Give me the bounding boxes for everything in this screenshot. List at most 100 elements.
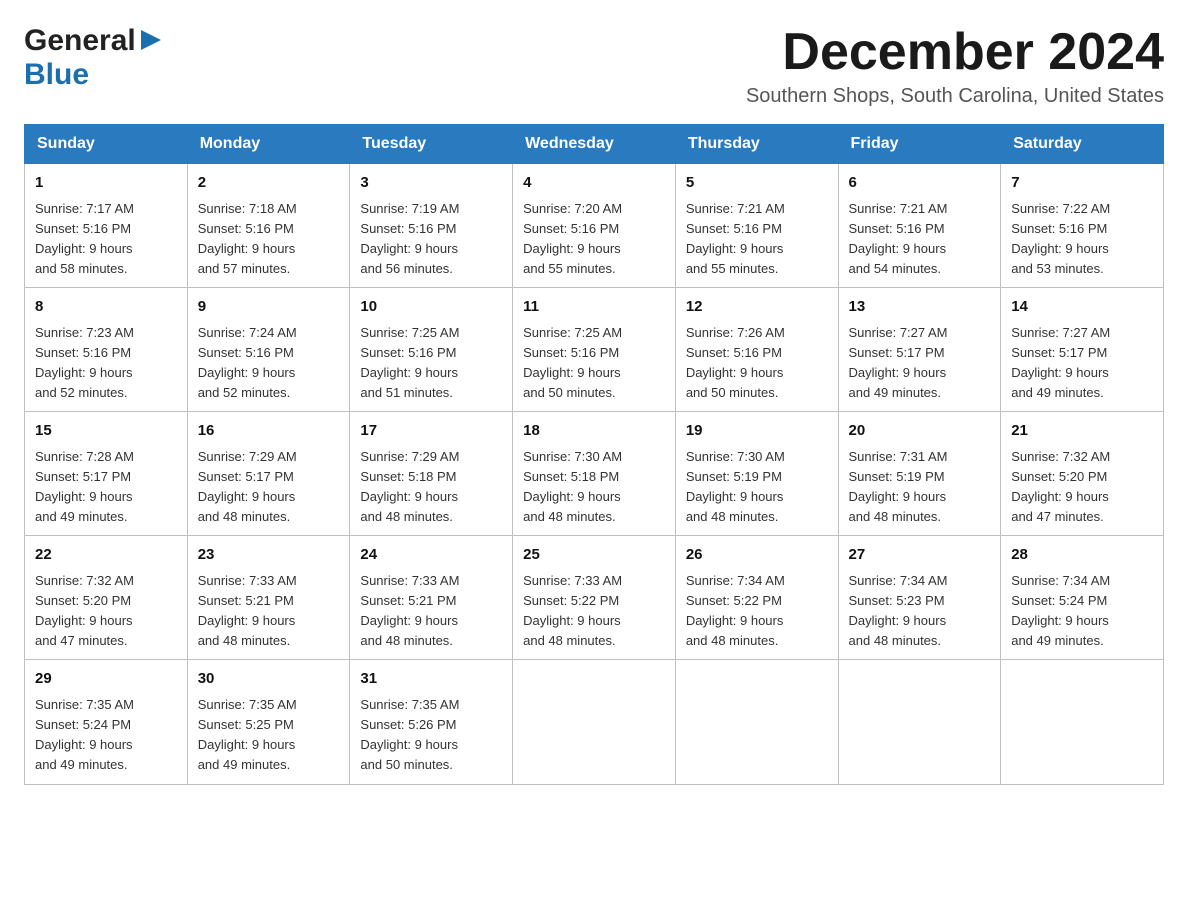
day-info: Sunrise: 7:30 AMSunset: 5:18 PMDaylight:… [523,449,622,524]
day-info: Sunrise: 7:34 AMSunset: 5:23 PMDaylight:… [849,573,948,648]
day-info: Sunrise: 7:29 AMSunset: 5:18 PMDaylight:… [360,449,459,524]
table-row: 20 Sunrise: 7:31 AMSunset: 5:19 PMDaylig… [838,412,1001,536]
day-info: Sunrise: 7:19 AMSunset: 5:16 PMDaylight:… [360,201,459,276]
table-row: 18 Sunrise: 7:30 AMSunset: 5:18 PMDaylig… [513,412,676,536]
table-row: 19 Sunrise: 7:30 AMSunset: 5:19 PMDaylig… [675,412,838,536]
table-row [675,660,838,784]
table-row: 1 Sunrise: 7:17 AMSunset: 5:16 PMDayligh… [25,164,188,288]
calendar-header: Sunday Monday Tuesday Wednesday Thursday… [25,125,1164,164]
table-row: 16 Sunrise: 7:29 AMSunset: 5:17 PMDaylig… [187,412,350,536]
header-tuesday: Tuesday [350,125,513,164]
day-info: Sunrise: 7:25 AMSunset: 5:16 PMDaylight:… [360,325,459,400]
day-info: Sunrise: 7:26 AMSunset: 5:16 PMDaylight:… [686,325,785,400]
table-row: 3 Sunrise: 7:19 AMSunset: 5:16 PMDayligh… [350,164,513,288]
day-number: 16 [198,420,340,443]
header-wednesday: Wednesday [513,125,676,164]
day-info: Sunrise: 7:35 AMSunset: 5:24 PMDaylight:… [35,697,134,772]
day-number: 6 [849,172,991,195]
day-number: 19 [686,420,828,443]
day-number: 22 [35,544,177,567]
day-info: Sunrise: 7:25 AMSunset: 5:16 PMDaylight:… [523,325,622,400]
day-number: 14 [1011,296,1153,319]
day-info: Sunrise: 7:18 AMSunset: 5:16 PMDaylight:… [198,201,297,276]
day-info: Sunrise: 7:34 AMSunset: 5:22 PMDaylight:… [686,573,785,648]
location-subtitle: Southern Shops, South Carolina, United S… [746,85,1164,108]
day-info: Sunrise: 7:23 AMSunset: 5:16 PMDaylight:… [35,325,134,400]
day-number: 12 [686,296,828,319]
day-number: 4 [523,172,665,195]
logo: General Blue [24,24,161,92]
day-info: Sunrise: 7:29 AMSunset: 5:17 PMDaylight:… [198,449,297,524]
day-number: 24 [360,544,502,567]
calendar-week-row: 22 Sunrise: 7:32 AMSunset: 5:20 PMDaylig… [25,536,1164,660]
calendar-week-row: 8 Sunrise: 7:23 AMSunset: 5:16 PMDayligh… [25,288,1164,412]
table-row: 23 Sunrise: 7:33 AMSunset: 5:21 PMDaylig… [187,536,350,660]
day-number: 20 [849,420,991,443]
table-row: 24 Sunrise: 7:33 AMSunset: 5:21 PMDaylig… [350,536,513,660]
day-number: 28 [1011,544,1153,567]
day-number: 29 [35,668,177,691]
day-number: 10 [360,296,502,319]
day-info: Sunrise: 7:24 AMSunset: 5:16 PMDaylight:… [198,325,297,400]
day-number: 2 [198,172,340,195]
table-row: 9 Sunrise: 7:24 AMSunset: 5:16 PMDayligh… [187,288,350,412]
day-number: 9 [198,296,340,319]
header-friday: Friday [838,125,1001,164]
day-info: Sunrise: 7:27 AMSunset: 5:17 PMDaylight:… [1011,325,1110,400]
table-row: 28 Sunrise: 7:34 AMSunset: 5:24 PMDaylig… [1001,536,1164,660]
table-row: 5 Sunrise: 7:21 AMSunset: 5:16 PMDayligh… [675,164,838,288]
table-row [1001,660,1164,784]
day-info: Sunrise: 7:28 AMSunset: 5:17 PMDaylight:… [35,449,134,524]
logo-blue-text: Blue [24,58,89,91]
day-info: Sunrise: 7:22 AMSunset: 5:16 PMDaylight:… [1011,201,1110,276]
calendar-body: 1 Sunrise: 7:17 AMSunset: 5:16 PMDayligh… [25,164,1164,784]
page-header: General Blue December 2024 Southern Shop… [24,24,1164,108]
day-number: 7 [1011,172,1153,195]
table-row: 26 Sunrise: 7:34 AMSunset: 5:22 PMDaylig… [675,536,838,660]
day-number: 11 [523,296,665,319]
calendar-week-row: 1 Sunrise: 7:17 AMSunset: 5:16 PMDayligh… [25,164,1164,288]
month-title: December 2024 [746,24,1164,81]
day-info: Sunrise: 7:33 AMSunset: 5:21 PMDaylight:… [198,573,297,648]
table-row [838,660,1001,784]
day-info: Sunrise: 7:30 AMSunset: 5:19 PMDaylight:… [686,449,785,524]
calendar-table: Sunday Monday Tuesday Wednesday Thursday… [24,124,1164,784]
day-number: 27 [849,544,991,567]
day-info: Sunrise: 7:35 AMSunset: 5:26 PMDaylight:… [360,697,459,772]
table-row: 14 Sunrise: 7:27 AMSunset: 5:17 PMDaylig… [1001,288,1164,412]
table-row: 4 Sunrise: 7:20 AMSunset: 5:16 PMDayligh… [513,164,676,288]
day-number: 1 [35,172,177,195]
day-info: Sunrise: 7:35 AMSunset: 5:25 PMDaylight:… [198,697,297,772]
table-row: 29 Sunrise: 7:35 AMSunset: 5:24 PMDaylig… [25,660,188,784]
table-row: 7 Sunrise: 7:22 AMSunset: 5:16 PMDayligh… [1001,164,1164,288]
table-row: 30 Sunrise: 7:35 AMSunset: 5:25 PMDaylig… [187,660,350,784]
day-info: Sunrise: 7:32 AMSunset: 5:20 PMDaylight:… [35,573,134,648]
day-info: Sunrise: 7:31 AMSunset: 5:19 PMDaylight:… [849,449,948,524]
day-number: 17 [360,420,502,443]
day-info: Sunrise: 7:33 AMSunset: 5:22 PMDaylight:… [523,573,622,648]
day-number: 5 [686,172,828,195]
header-thursday: Thursday [675,125,838,164]
table-row: 13 Sunrise: 7:27 AMSunset: 5:17 PMDaylig… [838,288,1001,412]
day-number: 26 [686,544,828,567]
table-row: 8 Sunrise: 7:23 AMSunset: 5:16 PMDayligh… [25,288,188,412]
table-row: 25 Sunrise: 7:33 AMSunset: 5:22 PMDaylig… [513,536,676,660]
title-area: December 2024 Southern Shops, South Caro… [746,24,1164,108]
logo-arrow-icon [138,30,161,52]
day-info: Sunrise: 7:21 AMSunset: 5:16 PMDaylight:… [849,201,948,276]
day-info: Sunrise: 7:21 AMSunset: 5:16 PMDaylight:… [686,201,785,276]
header-row: Sunday Monday Tuesday Wednesday Thursday… [25,125,1164,164]
table-row: 15 Sunrise: 7:28 AMSunset: 5:17 PMDaylig… [25,412,188,536]
table-row: 10 Sunrise: 7:25 AMSunset: 5:16 PMDaylig… [350,288,513,412]
table-row: 12 Sunrise: 7:26 AMSunset: 5:16 PMDaylig… [675,288,838,412]
table-row: 31 Sunrise: 7:35 AMSunset: 5:26 PMDaylig… [350,660,513,784]
day-number: 30 [198,668,340,691]
day-number: 25 [523,544,665,567]
logo-general-text: General [24,24,136,58]
day-info: Sunrise: 7:20 AMSunset: 5:16 PMDaylight:… [523,201,622,276]
day-number: 23 [198,544,340,567]
day-number: 21 [1011,420,1153,443]
calendar-week-row: 29 Sunrise: 7:35 AMSunset: 5:24 PMDaylig… [25,660,1164,784]
header-sunday: Sunday [25,125,188,164]
table-row: 17 Sunrise: 7:29 AMSunset: 5:18 PMDaylig… [350,412,513,536]
